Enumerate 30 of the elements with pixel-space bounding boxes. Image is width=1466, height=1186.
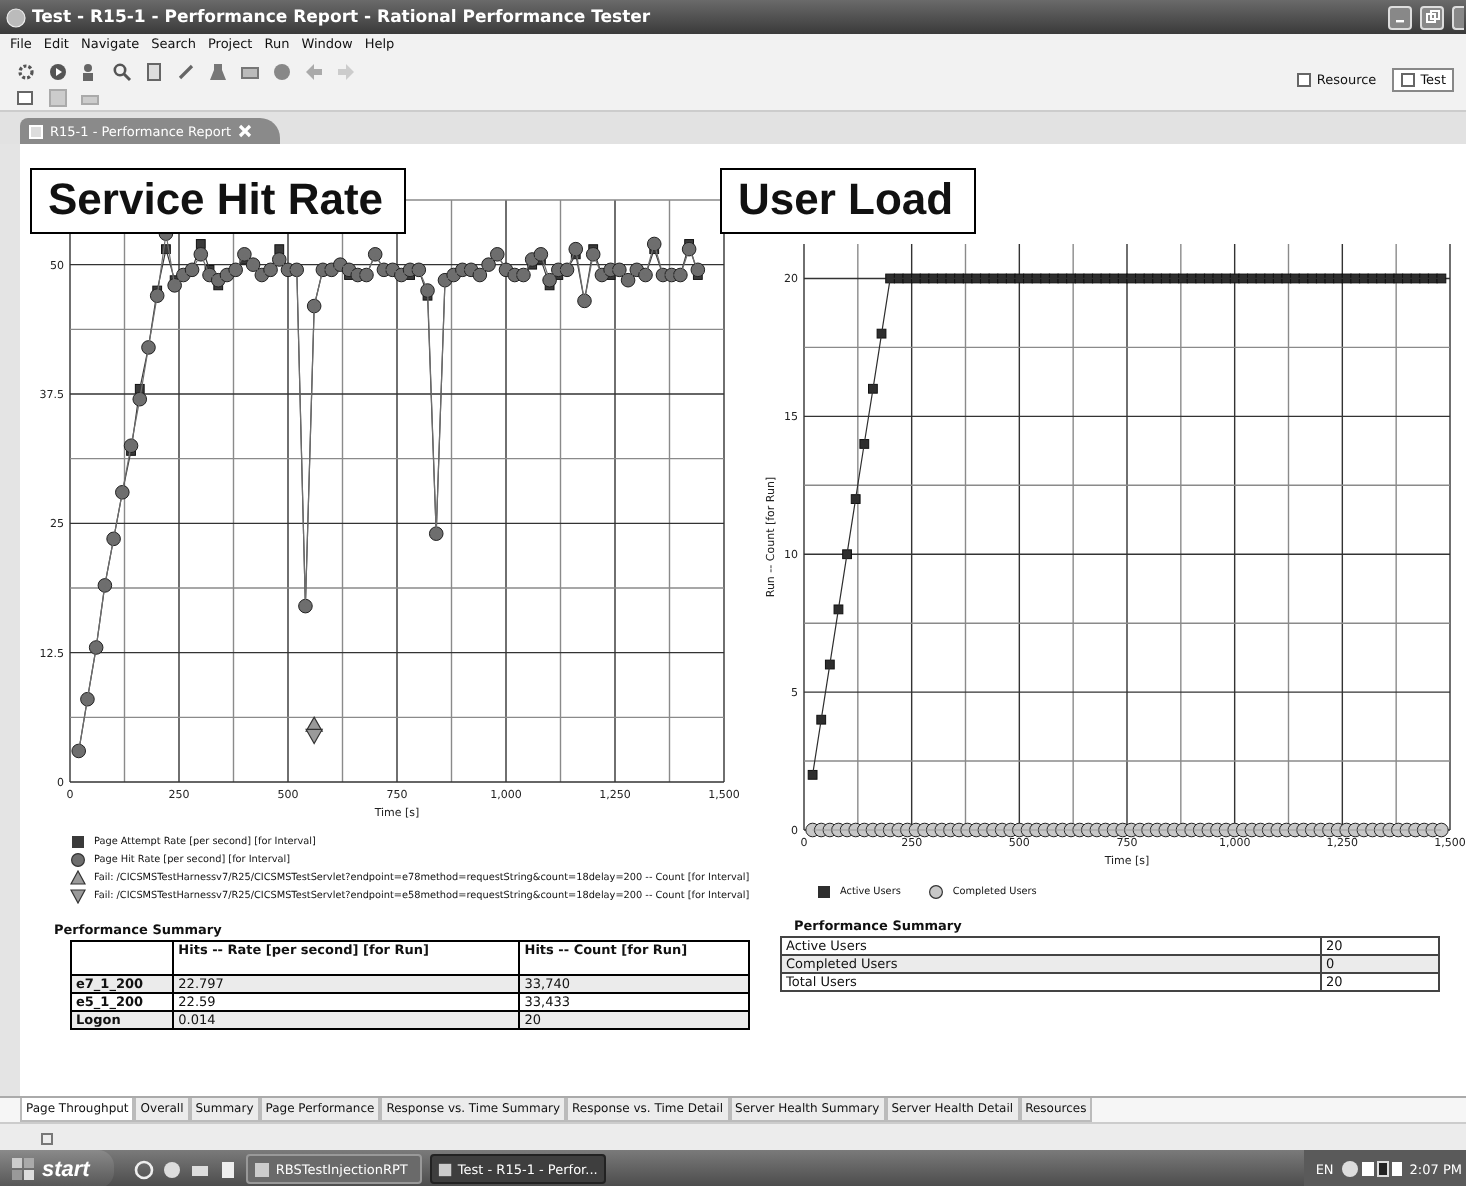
restore-button[interactable]	[1420, 5, 1444, 29]
windows-logo[interactable]	[12, 1158, 34, 1180]
beaker-icon[interactable]	[208, 61, 228, 81]
status-icon	[40, 1129, 56, 1145]
column-header	[71, 941, 174, 975]
globe-icon[interactable]	[272, 61, 292, 81]
chart-heading: User Load	[720, 168, 976, 234]
app-icon	[6, 7, 26, 27]
start-button[interactable]: start	[0, 1150, 114, 1186]
play-icon[interactable]	[48, 61, 68, 81]
browser-icon[interactable]	[133, 1159, 154, 1179]
pencil-icon[interactable]	[176, 61, 196, 81]
document-icon[interactable]	[217, 1159, 238, 1179]
window-icon[interactable]	[1296, 72, 1313, 88]
window-icon[interactable]	[253, 1161, 270, 1177]
search-icon[interactable]	[112, 61, 132, 81]
tray-icons-drawing	[1341, 1160, 1402, 1178]
window-icon[interactable]	[437, 1161, 452, 1177]
window-icon[interactable]	[1400, 72, 1417, 88]
globe-icon[interactable]	[161, 1159, 182, 1179]
folder-icon[interactable]	[240, 61, 260, 81]
close-icon[interactable]	[237, 124, 252, 138]
close-button[interactable]	[1452, 5, 1464, 29]
chart-heading: Service Hit Rate	[30, 168, 406, 234]
new-window-icon[interactable]	[16, 87, 36, 107]
minimize-button[interactable]	[1388, 5, 1412, 29]
document-icon[interactable]	[144, 61, 164, 81]
window-title: Test - R15-1 - Performance Report - Rational Performance Tester	[32, 7, 653, 27]
restore-icon[interactable]	[1425, 10, 1439, 24]
gear-icon[interactable]	[16, 61, 36, 81]
